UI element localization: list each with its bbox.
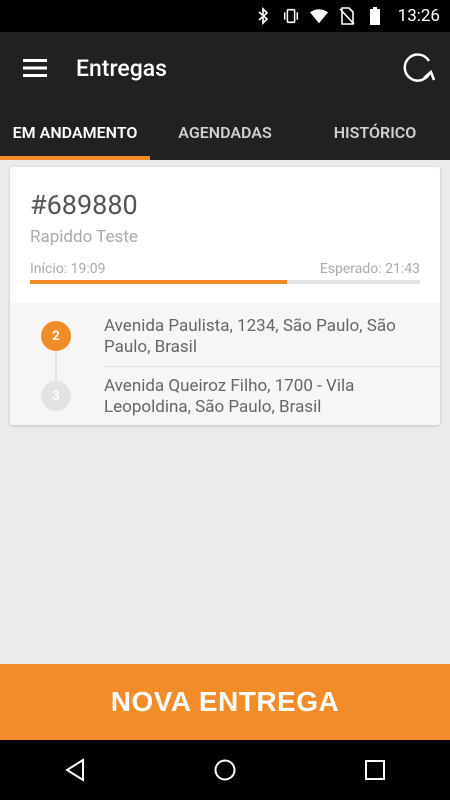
home-button[interactable] bbox=[195, 740, 255, 800]
expected-time: Esperado: 21:43 bbox=[319, 261, 420, 277]
divider bbox=[104, 366, 440, 367]
home-icon bbox=[214, 759, 236, 781]
delivery-progress-bar bbox=[30, 280, 420, 284]
tab-historico[interactable]: HISTÓRICO bbox=[300, 104, 450, 160]
back-icon bbox=[65, 758, 84, 782]
menu-button[interactable] bbox=[0, 32, 70, 104]
refresh-icon bbox=[403, 53, 436, 82]
no-sim-icon bbox=[338, 7, 356, 25]
bluetooth-icon bbox=[254, 7, 272, 25]
status-bar: 13:26 bbox=[0, 0, 450, 32]
start-time: Início: 19:09 bbox=[30, 261, 106, 277]
tab-bar: EM ANDAMENTO AGENDADAS HISTÓRICO bbox=[0, 104, 450, 160]
stop-address: Avenida Paulista, 1234, São Paulo, São P… bbox=[104, 316, 396, 357]
list-item[interactable]: 2 Avenida Paulista, 1234, São Paulo, São… bbox=[10, 308, 440, 368]
menu-icon bbox=[23, 59, 47, 77]
stop-address: Avenida Queiroz Filho, 1700 - Vila Leopo… bbox=[104, 376, 355, 417]
system-nav-bar bbox=[0, 740, 450, 800]
tab-em-andamento[interactable]: EM ANDAMENTO bbox=[0, 104, 150, 160]
list-item[interactable]: 3 Avenida Queiroz Filho, 1700 - Vila Leo… bbox=[10, 368, 440, 425]
new-delivery-button[interactable]: NOVA ENTREGA bbox=[0, 664, 450, 740]
page-title: Entregas bbox=[76, 54, 167, 82]
tab-label: AGENDADAS bbox=[178, 122, 272, 142]
recents-button[interactable] bbox=[345, 740, 405, 800]
tab-label: HISTÓRICO bbox=[333, 122, 417, 142]
delivery-card[interactable]: #689880 Rapiddo Teste Início: 19:09 Espe… bbox=[10, 167, 440, 425]
status-time: 13:26 bbox=[397, 6, 440, 26]
stop-number-badge: 3 bbox=[41, 381, 71, 411]
app-bar: Entregas bbox=[0, 32, 450, 104]
store-name: Rapiddo Teste bbox=[30, 227, 138, 247]
refresh-button[interactable] bbox=[396, 46, 440, 90]
order-id: #689880 bbox=[30, 189, 138, 221]
tab-label: EM ANDAMENTO bbox=[12, 122, 138, 142]
stop-number-badge: 2 bbox=[41, 321, 71, 351]
recents-icon bbox=[365, 760, 385, 780]
wifi-icon bbox=[309, 7, 328, 25]
progress-fill bbox=[30, 280, 288, 284]
time-row: Início: 19:09 Esperado: 21:43 bbox=[30, 261, 420, 277]
back-button[interactable] bbox=[45, 740, 105, 800]
vibrate-icon bbox=[282, 7, 300, 25]
tab-agendadas[interactable]: AGENDADAS bbox=[150, 104, 300, 160]
stops-list: 2 Avenida Paulista, 1234, São Paulo, São… bbox=[10, 303, 440, 425]
battery-icon bbox=[366, 7, 384, 25]
